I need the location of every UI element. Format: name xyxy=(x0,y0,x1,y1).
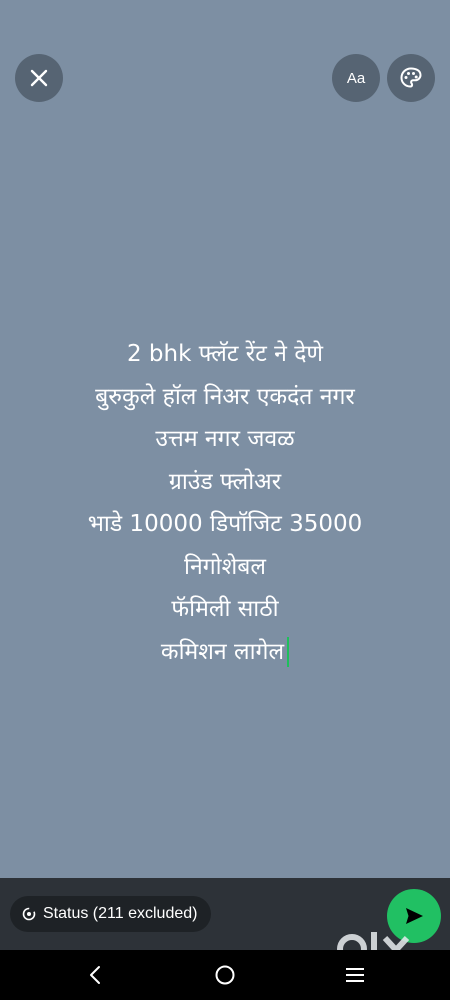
recents-button[interactable] xyxy=(342,962,368,988)
back-button[interactable] xyxy=(82,962,108,988)
status-privacy-label: Status (211 excluded) xyxy=(43,905,198,922)
status-text-line-1: 2 bhk फ्लॅट रेंट ने देणे xyxy=(126,341,324,367)
home-icon xyxy=(214,964,236,986)
background-color-button[interactable] xyxy=(387,54,435,102)
status-text-line-7: फॅमिली साठी xyxy=(171,596,279,622)
status-composer-screen: Aa 2 bhk फ्लॅट रेंट ने देणे बुरुकुले हॉल… xyxy=(0,0,450,1000)
palette-icon xyxy=(399,66,423,90)
privacy-icon xyxy=(22,907,36,921)
status-text-line-8-wrap: कमिशन लागेल xyxy=(20,631,430,674)
system-navigation-bar xyxy=(0,950,450,1000)
status-text-line-2: बुरुकुले हॉल निअर एकदंत नगर xyxy=(95,383,355,410)
close-icon xyxy=(29,68,49,88)
status-privacy-chip[interactable]: Status (211 excluded) xyxy=(10,896,212,932)
close-button[interactable] xyxy=(15,54,63,102)
font-style-button[interactable]: Aa xyxy=(332,54,380,102)
text-cursor xyxy=(287,637,290,667)
status-text-line-3: उत्तम नगर जवळ xyxy=(155,426,295,452)
send-icon xyxy=(403,905,425,927)
status-text-line-6: निगोशेबल xyxy=(184,553,266,580)
home-button[interactable] xyxy=(212,962,238,988)
status-text-line-5: भाडे 10000 डिपॉजिट 35000 xyxy=(87,511,363,537)
status-text-editor[interactable]: 2 bhk फ्लॅट रेंट ने देणे बुरुकुले हॉल नि… xyxy=(20,333,430,673)
status-text-line-4: ग्राउंड फ्लोअर xyxy=(168,468,282,495)
status-text-line-8: कमिशन लागेल xyxy=(160,638,285,665)
recents-icon xyxy=(344,965,366,985)
font-style-label: Aa xyxy=(346,69,366,87)
back-icon xyxy=(88,965,102,985)
